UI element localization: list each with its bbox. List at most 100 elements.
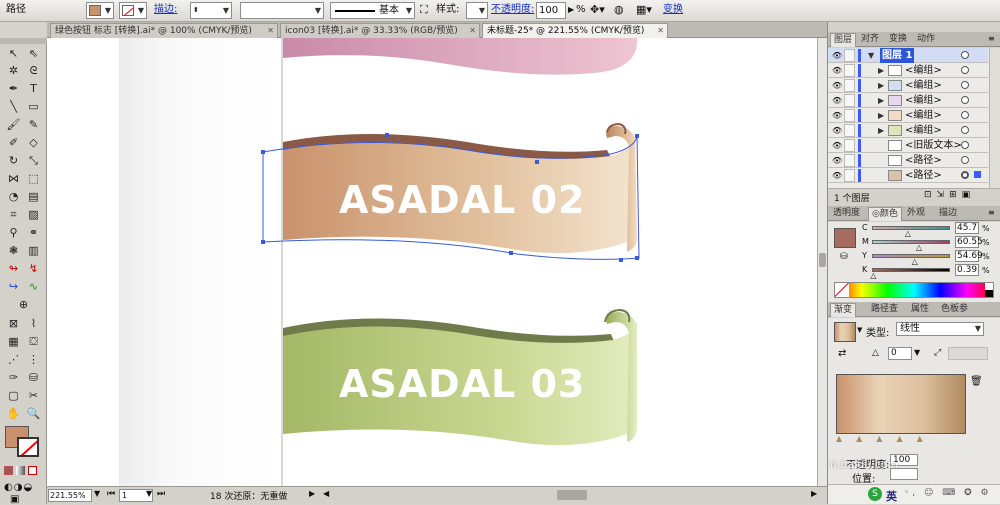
lock-toggle[interactable] <box>844 139 855 152</box>
eye-icon[interactable]: 👁 <box>832 171 842 180</box>
direct-selection-icon[interactable]: ⇖ <box>24 46 43 61</box>
eye-icon[interactable]: 👁 <box>832 81 842 90</box>
trash-icon[interactable]: 🗑 <box>970 376 983 387</box>
target-icon[interactable] <box>961 96 969 104</box>
opacity-link[interactable]: 不透明度: <box>491 2 534 19</box>
artboard-tool-icon[interactable]: ⊕ <box>14 297 33 312</box>
pencil-icon[interactable]: ✎ <box>24 117 43 132</box>
ime-logo-icon[interactable]: S <box>868 487 882 501</box>
vertical-scrollbar[interactable] <box>817 38 827 486</box>
target-icon[interactable] <box>961 51 969 59</box>
wrinkle-icon[interactable]: ∿ <box>24 279 43 294</box>
slider-knob-icon[interactable]: △ <box>870 272 876 280</box>
expand-arrow-icon[interactable]: ▼ <box>868 48 874 63</box>
brush-select[interactable]: 基本 ▼ <box>330 2 415 19</box>
perspective-grid-icon[interactable]: ▤ <box>24 189 43 204</box>
layer-row[interactable]: 👁 <路径> <box>828 168 988 183</box>
knife-icon[interactable]: ✂ <box>24 388 43 403</box>
stroke-width-input[interactable]: ⬍ ▼ <box>190 2 232 19</box>
tab-layers[interactable]: 图层 <box>830 33 857 47</box>
layers-scrollbar[interactable] <box>989 48 1000 188</box>
fill-swatch[interactable]: ▼ <box>86 2 114 19</box>
color-mode-icon[interactable] <box>4 466 13 475</box>
canvas[interactable]: ASADAL 02 ASADAL 03 <box>47 38 817 486</box>
first-artboard-icon[interactable]: ⏮ <box>107 489 115 499</box>
channel-value-k[interactable]: 0.39 <box>955 264 979 276</box>
mesh-tool-icon[interactable]: ⌗ <box>4 207 23 222</box>
aspect-ratio-input[interactable] <box>948 347 988 360</box>
reverse-gradient-icon[interactable]: ⇄ <box>838 348 846 359</box>
magic-wand-icon[interactable]: ✲ <box>4 63 23 78</box>
tab-swatch-options[interactable]: 色板参 <box>938 303 971 317</box>
target-icon[interactable] <box>961 66 969 74</box>
crop-tool-icon[interactable]: ▢ <box>4 388 23 403</box>
dropdown-arrow-icon[interactable]: ▶ <box>568 2 574 19</box>
stroke-color-box[interactable] <box>17 437 39 457</box>
slice-tool-icon[interactable]: ⊠ <box>4 316 23 331</box>
channel-slider-k[interactable]: △ <box>870 268 950 280</box>
chevron-down-icon[interactable]: ▼ <box>914 348 920 357</box>
tab-appearance[interactable]: 外观 <box>904 207 928 221</box>
tab-pathfinder[interactable]: 路径查 <box>868 303 901 317</box>
free-transform-icon[interactable]: ⬚ <box>24 171 43 186</box>
angle-input[interactable]: 0 <box>888 347 912 360</box>
scale-tool-icon[interactable]: ⤡ <box>24 153 43 168</box>
chevron-down-icon[interactable]: ▼ <box>94 489 100 498</box>
channel-slider-y[interactable]: △ <box>872 254 950 266</box>
lock-toggle[interactable] <box>844 124 855 137</box>
opacity-input[interactable]: 100 <box>536 2 566 19</box>
tab-color[interactable]: ◎颜色 <box>868 207 902 221</box>
expand-arrow-icon[interactable]: ▶ <box>878 63 884 78</box>
eye-icon[interactable]: 👁 <box>832 111 842 120</box>
target-icon[interactable] <box>961 156 969 164</box>
eyedropper-2-icon[interactable]: ✑ <box>4 370 23 385</box>
stroke-link[interactable]: 描边: <box>154 2 177 19</box>
layer-row[interactable]: 👁 ▶ <编组> <box>828 123 988 138</box>
eye-icon[interactable]: 👁 <box>832 156 842 165</box>
variable-width-select[interactable]: ▼ <box>240 2 324 19</box>
none-mode-icon[interactable] <box>28 466 37 475</box>
live-paint-icon[interactable]: ⛋ <box>24 334 43 349</box>
banner1-shape[interactable] <box>283 38 638 75</box>
gradient-mode-icon[interactable] <box>16 466 25 475</box>
expand-arrow-icon[interactable]: ▶ <box>878 93 884 108</box>
lock-toggle[interactable] <box>844 109 855 122</box>
grid-tool-icon[interactable]: ▦ <box>4 334 23 349</box>
target-icon[interactable] <box>961 111 969 119</box>
gradient-type-select[interactable]: 线性 ▼ <box>896 322 984 336</box>
status-menu-icon[interactable]: ▶ <box>309 489 315 498</box>
lock-toggle[interactable] <box>844 49 855 62</box>
scroll-right-icon[interactable]: ▶ <box>811 489 817 498</box>
twirl-icon[interactable]: ↪ <box>4 279 23 294</box>
close-icon[interactable]: ✕ <box>657 24 664 38</box>
style-swatch[interactable]: ▼ <box>466 2 488 19</box>
expand-arrow-icon[interactable]: ▶ <box>878 123 884 138</box>
align-icon[interactable]: ▦▾ <box>636 2 652 19</box>
eye-icon[interactable]: 👁 <box>832 66 842 75</box>
out-of-gamut-icon[interactable]: ⛁ <box>840 252 848 262</box>
lock-toggle[interactable] <box>844 79 855 92</box>
layer-row[interactable]: 👁 ▼ 图层 1 <box>828 48 988 63</box>
recolor-icon[interactable]: ✥▾ <box>590 2 605 19</box>
white-swatch[interactable] <box>985 283 993 290</box>
pen-tool-icon[interactable]: ✒ <box>4 81 23 96</box>
tab-attributes[interactable]: 属性 <box>908 303 932 317</box>
lock-toggle[interactable] <box>844 154 855 167</box>
layer-row[interactable]: 👁 ▶ <编组> <box>828 63 988 78</box>
gradient-stops[interactable]: ▲▲▲▲▲ <box>836 434 937 443</box>
expand-icon[interactable]: ⛶ <box>420 2 428 19</box>
doc-tab[interactable]: icon03 [转换].ai* @ 33.33% (RGB/预览) ✕ <box>280 23 480 38</box>
channel-slider-m[interactable]: △ <box>872 240 950 252</box>
banner2-text[interactable]: ASADAL 02 <box>339 178 585 222</box>
mesh-grid-icon[interactable]: ⋮ <box>24 352 43 367</box>
expand-arrow-icon[interactable]: ▶ <box>878 78 884 93</box>
hand-tool-icon[interactable]: ✋ <box>4 406 23 421</box>
angle-icon[interactable]: △ <box>872 348 879 358</box>
tab-transparency[interactable]: 透明度 <box>830 207 863 221</box>
layer-row[interactable]: 👁 ▶ <编组> <box>828 78 988 93</box>
eye-icon[interactable]: 👁 <box>832 126 842 135</box>
line-tool-icon[interactable]: ╲ <box>4 99 23 114</box>
lasso-icon[interactable]: ᘓ <box>24 63 43 78</box>
aspect-ratio-icon[interactable]: ⤢ <box>934 348 941 358</box>
target-icon[interactable] <box>961 171 969 179</box>
